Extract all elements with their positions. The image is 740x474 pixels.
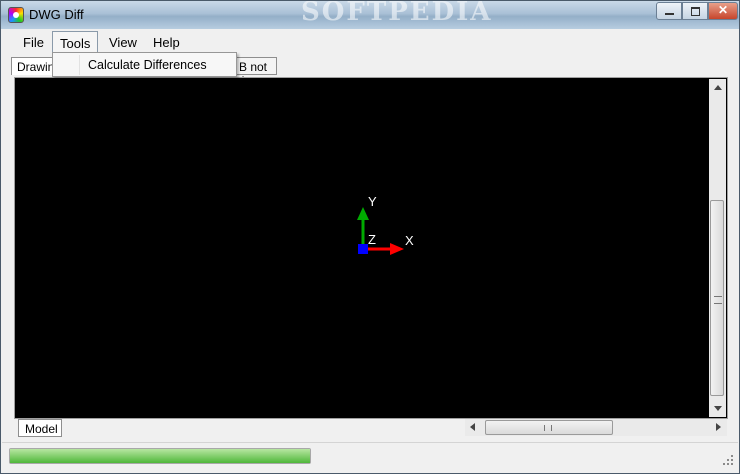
scroll-right-icon[interactable] [716,423,721,431]
x-axis-label: X [405,233,414,248]
dropdown-icon-gutter [79,55,80,75]
y-axis-label: Y [368,194,377,209]
menu-item-calculate-differences[interactable]: Calculate Differences [88,58,207,72]
tab-model-label: Model [25,422,58,436]
menu-tools[interactable]: Tools [52,31,98,52]
app-window: SOFTPEDIA DWG Diff File Tools View Help … [0,0,740,474]
scroll-left-icon[interactable] [470,423,475,431]
resize-grip-icon[interactable] [723,455,735,467]
scroll-down-icon[interactable] [714,406,722,411]
tools-dropdown: Calculate Differences [52,52,237,77]
menu-file[interactable]: File [23,35,44,50]
x-axis-arrow-icon [390,243,404,255]
progress-fill [10,449,310,463]
horizontal-scroll-thumb[interactable] [485,420,613,435]
menu-view[interactable]: View [109,35,137,50]
z-axis-origin-icon [358,244,368,254]
drawing-canvas[interactable]: Y Z X [16,79,713,417]
tab-b-not-a[interactable]: B not A [233,57,277,88]
grip-icon [544,425,552,431]
close-button[interactable] [708,2,738,20]
app-icon [8,7,24,23]
maximize-button[interactable] [682,2,708,20]
horizontal-scrollbar[interactable] [465,419,727,436]
drawing-viewport[interactable]: Y Z X [14,77,728,419]
scroll-up-icon[interactable] [714,85,722,90]
grip-icon [714,296,722,304]
title-watermark: SOFTPEDIA [301,1,493,27]
status-bar [2,442,738,473]
menu-tools-label: Tools [60,36,91,51]
title-bar[interactable]: SOFTPEDIA DWG Diff [1,1,739,29]
tab-model[interactable]: Model [18,419,62,437]
vertical-scrollbar[interactable] [709,79,726,417]
minimize-button[interactable] [656,2,682,20]
menu-bar: File Tools View Help [2,31,738,53]
menu-help[interactable]: Help [153,35,180,50]
progress-bar [9,448,311,464]
ucs-axes: Y Z X [357,194,414,255]
window-title: DWG Diff [29,7,84,22]
vertical-scroll-thumb[interactable] [710,200,724,396]
z-axis-label: Z [368,232,376,247]
